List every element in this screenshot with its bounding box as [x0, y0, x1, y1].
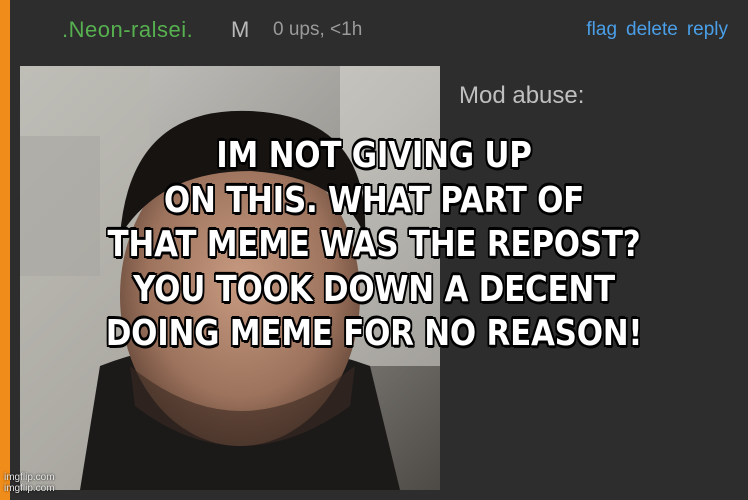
- delete-button[interactable]: delete: [626, 19, 678, 41]
- caption-line: IM NOT GIVING UP: [216, 135, 532, 176]
- reply-button[interactable]: reply: [687, 19, 728, 41]
- caption-line: YOU TOOK DOWN A DECENT: [133, 268, 615, 310]
- mod-badge: M: [231, 17, 250, 42]
- imgflip-watermark: imgflip.com imgflip.com: [4, 472, 55, 494]
- username-link[interactable]: .Neon-ralsei.: [62, 17, 193, 43]
- accent-bar: [0, 0, 10, 500]
- mod-abuse-label: Mod abuse:: [459, 82, 585, 109]
- flag-button[interactable]: flag: [586, 19, 617, 41]
- comment-header: .Neon-ralsei. M 0 ups, <1h flag delete r…: [10, 0, 748, 56]
- comment-actions: flag delete reply: [586, 19, 728, 41]
- caption-line: THAT MEME WAS THE REPOST?: [107, 224, 641, 265]
- meme-caption: IM NOT GIVING UP ON THIS. WHAT PART OF T…: [63, 134, 686, 357]
- comment-meta: 0 ups, <1h: [273, 19, 363, 40]
- caption-line: DOING MEME FOR NO REASON!: [105, 313, 643, 354]
- comment-card: .Neon-ralsei. M 0 ups, <1h flag delete r…: [0, 0, 748, 500]
- watermark-line: imgflip.com: [4, 472, 55, 483]
- caption-line: ON THIS. WHAT PART OF: [163, 179, 585, 221]
- watermark-line: imgflip.com: [4, 483, 55, 494]
